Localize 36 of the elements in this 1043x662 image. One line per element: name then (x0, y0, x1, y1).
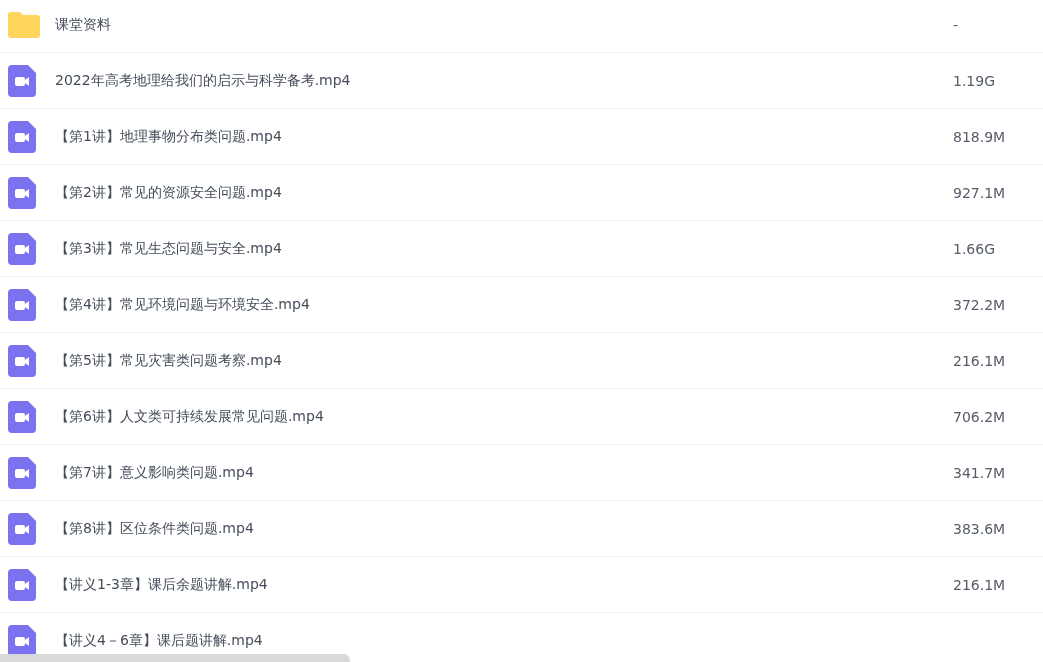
video-file-icon (8, 288, 36, 321)
video-file-icon (8, 120, 36, 153)
file-name[interactable]: 【第1讲】地理事物分布类问题.mp4 (55, 127, 953, 146)
file-size: 706.2M (953, 408, 1006, 425)
file-size: 372.2M (953, 296, 1006, 313)
file-name[interactable]: 【讲义4－6章】课后题讲解.mp4 (55, 631, 953, 650)
file-name[interactable]: 【第5讲】常见灾害类问题考察.mp4 (55, 351, 953, 370)
file-name[interactable]: 课堂资料 (55, 15, 953, 34)
folder-icon (8, 11, 40, 38)
file-name[interactable]: 【第4讲】常见环境问题与环境安全.mp4 (55, 295, 953, 314)
file-size: 341.7M (953, 464, 1006, 481)
video-file-icon (8, 456, 36, 489)
video-file-icon (8, 64, 36, 97)
scrollbar[interactable] (0, 654, 350, 662)
file-size: 1.19G (953, 72, 996, 89)
file-size: 927.1M (953, 184, 1006, 201)
file-size: - (953, 16, 959, 33)
file-name[interactable]: 【第8讲】区位条件类问题.mp4 (55, 519, 953, 538)
file-size: 216.1M (953, 352, 1006, 369)
video-file-icon (8, 624, 36, 657)
file-size: 383.6M (953, 520, 1006, 537)
video-file-icon (8, 176, 36, 209)
file-name[interactable]: 【讲义1-3章】课后余题讲解.mp4 (55, 575, 953, 594)
video-file-icon (8, 568, 36, 601)
file-name[interactable]: 【第3讲】常见生态问题与安全.mp4 (55, 239, 953, 258)
video-file-icon (8, 512, 36, 545)
file-name[interactable]: 【第6讲】人文类可持续发展常见问题.mp4 (55, 407, 953, 426)
file-size: 818.9M (953, 128, 1006, 145)
file-name[interactable]: 【第7讲】意义影响类问题.mp4 (55, 463, 953, 482)
file-size: 1.66G (953, 240, 996, 257)
file-name[interactable]: 【第2讲】常见的资源安全问题.mp4 (55, 183, 953, 202)
video-file-icon (8, 232, 36, 265)
video-file-icon (8, 400, 36, 433)
file-size: 216.1M (953, 576, 1006, 593)
video-file-icon (8, 344, 36, 377)
file-name[interactable]: 2022年高考地理给我们的启示与科学备考.mp4 (55, 71, 953, 90)
